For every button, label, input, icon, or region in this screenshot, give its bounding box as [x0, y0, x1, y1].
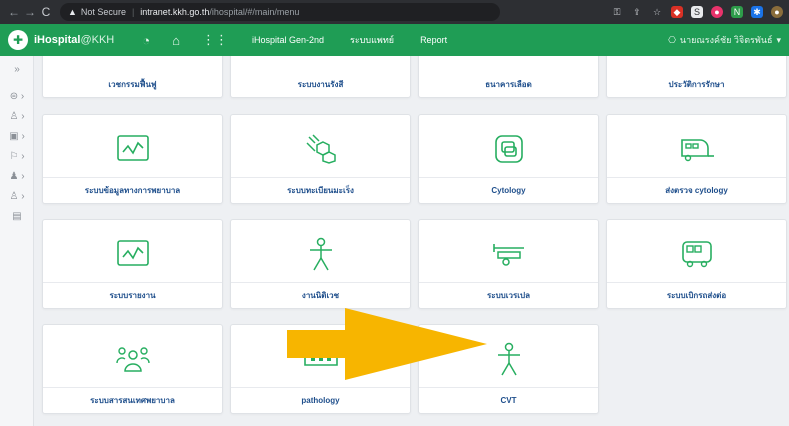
url-host: intranet.kkh.go.th [140, 7, 210, 17]
forward-icon[interactable]: → [22, 5, 38, 19]
sidebar-item-profile[interactable]: ♙ › [0, 191, 34, 202]
user-menu[interactable]: ⎔ นายณรงค์ชัย วิจิตรพันธ์ ▾ [668, 33, 781, 47]
sidebar-item-person[interactable]: ♙ › [0, 111, 34, 122]
menu-tile-label: ระบบข้อมูลทางการพยาบาล [43, 177, 222, 203]
sidebar-item-id-card[interactable]: ▤ [0, 211, 34, 222]
menu-tile-forensic[interactable]: งานนิติเวช [230, 219, 411, 309]
reload-icon[interactable]: C [38, 5, 54, 19]
molecule-icon [231, 129, 410, 169]
menu-tile-label: ระบบรายงาน [43, 282, 222, 308]
grid-menu-icon[interactable]: ⋮⋮ [202, 32, 228, 48]
menu-tile-blood-bank[interactable]: ธนาคารเลือด [418, 56, 599, 98]
key-icon[interactable]: ⚿ [611, 6, 623, 18]
sidebar-item-users[interactable]: ♟ › [0, 171, 34, 182]
ambulance-icon [607, 129, 786, 169]
group-users-icon [43, 339, 222, 379]
menu-tile-label: เวชกรรมฟื้นฟู [108, 79, 157, 89]
left-sidebar: » ⊜ › ♙ › ▣ › ⚐ › ♟ › ♙ › ▤ [0, 56, 34, 426]
slide-icon [419, 129, 598, 169]
sidebar-item-bed[interactable]: ▣ › [0, 131, 34, 142]
monitor-chart-icon [43, 234, 222, 274]
monitor-chart-icon [43, 129, 222, 169]
home-icon[interactable]: ⌂ [172, 33, 180, 48]
menu-tile-label: Cytology [419, 177, 598, 203]
menu-tile-label: ระบบสารสนเทศพยาบาล [43, 387, 222, 413]
menu-tile-history[interactable]: ประวัติการรักษา [606, 56, 787, 98]
user-icon: ⎔ [668, 34, 676, 45]
menu-tile-nursing-data[interactable]: ระบบข้อมูลทางการพยาบาล [42, 114, 223, 204]
hospital-logo-icon[interactable]: ✚ [8, 30, 28, 50]
share-icon[interactable]: ⇪ [631, 6, 643, 18]
annotation-arrow-icon [287, 308, 487, 380]
warning-icon: ▲ [68, 7, 77, 17]
dashboard-icon[interactable]: ◔ [142, 33, 150, 48]
menu-tile-label: ประวัติการรักษา [668, 79, 725, 89]
menu-tile-send-cytology[interactable]: ส่งตรวจ cytology [606, 114, 787, 204]
browser-toolbar: ← → C ▲ Not Secure | intranet.kkh.go.th … [0, 0, 789, 24]
nav-link-gen2[interactable]: iHospital Gen-2nd [252, 35, 324, 45]
sidebar-item-ward[interactable]: ⊜ › [0, 91, 34, 102]
menu-tile-label: ธนาคารเลือด [485, 79, 532, 89]
bus-icon [607, 234, 786, 274]
menu-tile-label: pathology [231, 387, 410, 413]
menu-tile-radiology[interactable]: ระบบงานรังสี [230, 56, 411, 98]
app-header: ✚ iHospital@KKH ◔ ⌂ ⋮⋮ iHospital Gen-2nd… [0, 24, 789, 56]
url-path: /ihospital/#/main/menu [209, 7, 300, 17]
browser-extensions: ⚿ ⇪ ☆ ◆ S ● N ✱ ● [611, 6, 783, 18]
menu-tile-reports[interactable]: ระบบรายงาน [42, 219, 223, 309]
extension-shield-icon[interactable]: ◆ [671, 6, 683, 18]
sidebar-item-flag[interactable]: ⚐ › [0, 151, 34, 162]
menu-tile-rehab[interactable]: เวชกรรมฟื้นฟู [42, 56, 223, 98]
extension-s-icon[interactable]: S [691, 6, 703, 18]
user-name: นายณรงค์ชัย วิจิตรพันธ์ [679, 35, 773, 45]
menu-tile-label: ส่งตรวจ cytology [607, 177, 786, 203]
menu-tile-cancer-registry[interactable]: ระบบทะเบียนมะเร็ง [230, 114, 411, 204]
nav-link-report[interactable]: Report [420, 35, 447, 45]
menu-tile-label: ระบบเวรเปล [419, 282, 598, 308]
extension-record-icon[interactable]: ● [711, 6, 723, 18]
menu-tile-nursing-info[interactable]: ระบบสารสนเทศพยาบาล [42, 324, 223, 414]
back-icon[interactable]: ← [6, 5, 22, 19]
app-title[interactable]: iHospital@KKH [34, 34, 114, 46]
menu-tile-porter[interactable]: ระบบเวรเปล [418, 219, 599, 309]
expand-sidebar-icon[interactable]: » [0, 64, 34, 75]
security-label: Not Secure [80, 7, 126, 17]
profile-avatar-icon[interactable]: ● [771, 6, 783, 18]
star-icon[interactable]: ☆ [651, 6, 663, 18]
menu-tile-label: ระบบทะเบียนมะเร็ง [231, 177, 410, 203]
extension-puzzle-icon[interactable]: ✱ [751, 6, 763, 18]
menu-tile-label: งานนิติเวช [231, 282, 410, 308]
nav-link-doctor[interactable]: ระบบแพทย์ [350, 33, 394, 47]
menu-tile-label: ระบบเบิกรถส่งต่อ [607, 282, 786, 308]
stretcher-icon [419, 234, 598, 274]
address-bar[interactable]: ▲ Not Secure | intranet.kkh.go.th /ihosp… [60, 3, 500, 21]
menu-tile-label: CVT [419, 387, 598, 413]
person-figure-icon [231, 234, 410, 274]
menu-tile-label: ระบบงานรังสี [297, 79, 344, 89]
menu-tile-referral-vehicle[interactable]: ระบบเบิกรถส่งต่อ [606, 219, 787, 309]
extension-n-icon[interactable]: N [731, 6, 743, 18]
chevron-down-icon: ▾ [776, 34, 781, 45]
menu-tile-cytology[interactable]: Cytology [418, 114, 599, 204]
